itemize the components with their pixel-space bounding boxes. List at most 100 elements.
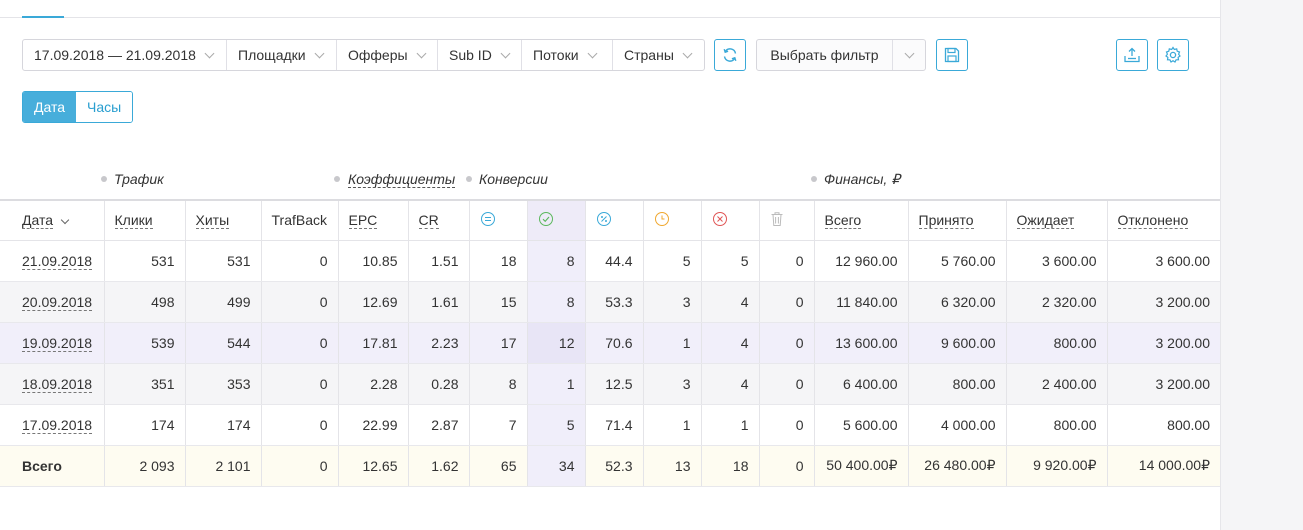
row-date-link[interactable]: 17.09.2018 (22, 416, 93, 434)
conv-rejected-cell[interactable]: 5 (701, 240, 760, 282)
total-conv-pending-cell[interactable]: 13 (643, 445, 702, 487)
fin-pending-cell: 2 400.00 (1006, 363, 1108, 405)
fin-total-cell: 13 600.00 (814, 322, 909, 364)
table-row: 20.09.2018 498 499 0 12.69 1.61 15 8 53.… (0, 281, 1220, 323)
row-date-cell[interactable]: 19.09.2018 (0, 322, 105, 364)
column-header-fin-total[interactable]: Всего (814, 199, 909, 241)
choose-filter-label[interactable]: Выбрать фильтр (757, 40, 893, 70)
group-separator-dot (101, 176, 107, 182)
platforms-filter[interactable]: Площадки (227, 40, 337, 70)
conv-pending-cell[interactable]: 1 (643, 322, 702, 364)
export-button[interactable] (1116, 39, 1148, 71)
conv-percent-cell: 44.4 (585, 240, 644, 282)
column-header-date[interactable]: Дата (0, 199, 105, 241)
conv-rejected-cell[interactable]: 4 (701, 281, 760, 323)
total-cr-cell: 1.62 (408, 445, 470, 487)
conv-pending-cell[interactable]: 3 (643, 281, 702, 323)
conv-approved-cell[interactable]: 8 (527, 281, 586, 323)
column-header-fin-accepted[interactable]: Принято (908, 199, 1007, 241)
platforms-label: Площадки (238, 47, 306, 63)
conv-rejected-cell[interactable]: 1 (701, 404, 760, 446)
column-header-hits[interactable]: Хиты (185, 199, 262, 241)
row-date-cell[interactable]: 17.09.2018 (0, 404, 105, 446)
column-header-clicks[interactable]: Клики (104, 199, 186, 241)
cr-cell: 0.28 (408, 363, 470, 405)
trash-icon (771, 212, 782, 226)
column-header-fin-rejected[interactable]: Отклонено (1107, 199, 1220, 241)
column-header-conv-trash[interactable] (759, 199, 815, 241)
fin-accepted-cell: 6 320.00 (908, 281, 1007, 323)
conv-total-cell[interactable]: 18 (469, 240, 528, 282)
row-date-cell[interactable]: 21.09.2018 (0, 240, 105, 282)
cr-cell: 2.87 (408, 404, 470, 446)
column-header-cr[interactable]: CR (408, 199, 470, 241)
offers-filter[interactable]: Офферы (337, 40, 438, 70)
row-date-link[interactable]: 19.09.2018 (22, 334, 93, 352)
epc-cell: 2.28 (338, 363, 409, 405)
total-clicks-cell: 2 093 (104, 445, 186, 487)
conv-pending-cell[interactable]: 5 (643, 240, 702, 282)
conv-percent-cell: 70.6 (585, 322, 644, 364)
active-tab-indicator[interactable] (22, 16, 64, 18)
choose-filter-dropdown[interactable] (893, 40, 925, 70)
epc-cell: 17.81 (338, 322, 409, 364)
total-conv-total-cell[interactable]: 65 (469, 445, 528, 487)
save-filter-button[interactable] (936, 39, 968, 71)
sub-id-label: Sub ID (449, 47, 492, 63)
row-date-cell[interactable]: 20.09.2018 (0, 281, 105, 323)
row-date-cell[interactable]: 18.09.2018 (0, 363, 105, 405)
column-header-epc[interactable]: EPC (338, 199, 409, 241)
filter-bar: 17.09.2018 — 21.09.2018 Площадки Офферы … (22, 39, 705, 71)
clicks-cell: 539 (104, 322, 186, 364)
column-header-fin-pending[interactable]: Ожидает (1006, 199, 1108, 241)
column-header-conv-rejected[interactable] (701, 199, 760, 241)
conv-total-cell[interactable]: 7 (469, 404, 528, 446)
row-date-link[interactable]: 18.09.2018 (22, 375, 93, 393)
conv-total-cell[interactable]: 8 (469, 363, 528, 405)
conv-rejected-cell[interactable]: 4 (701, 363, 760, 405)
row-date-link[interactable]: 20.09.2018 (22, 293, 93, 311)
total-fin-total-cell: 50 400.00₽ (814, 445, 909, 487)
refresh-button[interactable] (714, 39, 746, 71)
conv-pending-cell[interactable]: 3 (643, 363, 702, 405)
column-header-conv-pending[interactable] (643, 199, 702, 241)
conv-percent-cell: 12.5 (585, 363, 644, 405)
conv-approved-cell[interactable]: 5 (527, 404, 586, 446)
column-header-conv-approved[interactable] (527, 199, 586, 241)
conv-approved-cell[interactable]: 8 (527, 240, 586, 282)
toggle-hours[interactable]: Часы (76, 92, 133, 122)
chevron-down-icon (500, 48, 511, 58)
toggle-date[interactable]: Дата (23, 92, 77, 122)
group-coefficients-label[interactable]: Коэффициенты (348, 171, 456, 188)
sub-id-filter[interactable]: Sub ID (438, 40, 522, 70)
epc-cell: 10.85 (338, 240, 409, 282)
choose-filter-select[interactable]: Выбрать фильтр (756, 39, 926, 71)
countries-filter[interactable]: Страны (613, 40, 704, 70)
row-date-link[interactable]: 21.09.2018 (22, 252, 93, 270)
countries-label: Страны (624, 47, 674, 63)
fin-total-cell: 5 600.00 (814, 404, 909, 446)
fin-accepted-cell: 9 600.00 (908, 322, 1007, 364)
conv-rejected-cell[interactable]: 4 (701, 322, 760, 364)
fin-pending-cell: 3 600.00 (1006, 240, 1108, 282)
total-conv-approved-cell[interactable]: 34 (527, 445, 586, 487)
conv-total-cell[interactable]: 17 (469, 322, 528, 364)
conv-approved-cell[interactable]: 1 (527, 363, 586, 405)
total-conv-rejected-cell[interactable]: 18 (701, 445, 760, 487)
conv-total-cell[interactable]: 15 (469, 281, 528, 323)
conv-approved-cell[interactable]: 12 (527, 322, 586, 364)
conversions-approved-icon (538, 211, 553, 226)
column-header-conv-percent[interactable] (585, 199, 644, 241)
column-header-conv-total[interactable] (469, 199, 528, 241)
trafback-cell: 0 (261, 404, 339, 446)
table-row: 21.09.2018 531 531 0 10.85 1.51 18 8 44.… (0, 240, 1220, 282)
streams-filter[interactable]: Потоки (522, 40, 613, 70)
group-finance-label: Финансы, ₽ (824, 171, 901, 187)
column-hits-label: Хиты (195, 212, 230, 230)
date-range-filter[interactable]: 17.09.2018 — 21.09.2018 (23, 40, 227, 70)
trafback-cell: 0 (261, 322, 339, 364)
settings-button[interactable] (1157, 39, 1189, 71)
conversions-total-icon (480, 211, 495, 226)
column-fin-total-label: Всего (824, 212, 862, 230)
conv-pending-cell[interactable]: 1 (643, 404, 702, 446)
